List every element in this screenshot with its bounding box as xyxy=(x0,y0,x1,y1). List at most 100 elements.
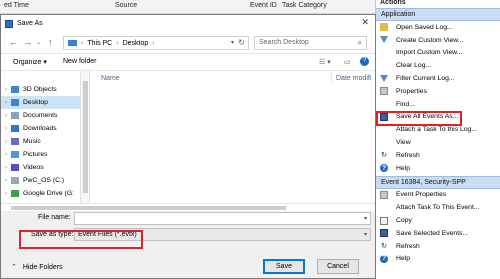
action-item-label: Clear Log... xyxy=(396,62,432,70)
save-as-type-label: Save as type: xyxy=(31,231,74,238)
action-item-label: Attach Task To This Event... xyxy=(396,204,480,212)
tree-item-label: 3D Objects xyxy=(23,86,57,93)
tree-item[interactable]: › PwC_OS (C:) xyxy=(1,174,80,187)
blank-icon xyxy=(380,204,388,212)
action-item[interactable]: Properties xyxy=(376,85,500,98)
expand-arrow-icon[interactable]: › xyxy=(1,165,11,171)
folder-icon xyxy=(11,99,19,106)
close-icon[interactable]: ✕ xyxy=(361,17,369,28)
action-item[interactable]: Save All Events As... xyxy=(376,111,500,124)
action-item[interactable]: ? Help xyxy=(376,162,500,175)
tree-item-label: Music xyxy=(23,138,41,145)
this-pc-icon xyxy=(68,40,77,46)
action-item[interactable]: ↻ Refresh xyxy=(376,149,500,162)
action-item[interactable]: ↻ Refresh xyxy=(376,240,500,253)
action-item[interactable]: Clear Log... xyxy=(376,59,500,72)
horizontal-scrollbar-thumb[interactable] xyxy=(11,206,286,210)
folder-icon xyxy=(11,177,19,184)
action-item[interactable]: Import Custom View... xyxy=(376,47,500,60)
tree-item[interactable]: › Documents xyxy=(1,109,80,122)
address-dropdown-icon[interactable]: ▾ xyxy=(231,39,234,46)
tree-item[interactable]: › 3D Objects xyxy=(1,83,80,96)
save-fields: File name: ▾ Save as type: Event Files (… xyxy=(1,211,375,245)
up-arrow-icon[interactable]: ↑ xyxy=(48,37,53,47)
expand-arrow-icon[interactable]: › xyxy=(1,139,11,145)
tree-item-label: Pictures xyxy=(23,151,48,158)
expand-arrow-icon[interactable]: › xyxy=(1,87,11,93)
action-item[interactable]: View xyxy=(376,136,500,149)
tree-item[interactable]: › Pictures xyxy=(1,148,80,161)
column-task-category[interactable]: Task Category xyxy=(282,2,327,9)
actions-title: Actions xyxy=(380,0,406,6)
column-source[interactable]: Source xyxy=(115,2,137,9)
chevron-down-icon[interactable]: ⌄ xyxy=(36,39,41,46)
action-item[interactable]: Event Properties xyxy=(376,189,500,202)
column-time[interactable]: ed Time xyxy=(4,2,29,9)
chevron-down-icon[interactable]: ▾ xyxy=(364,214,367,225)
tree-item-label: Downloads xyxy=(23,125,57,132)
cancel-button[interactable]: Cancel xyxy=(317,259,359,274)
new-folder-button[interactable]: New folder xyxy=(63,58,96,65)
address-bar[interactable]: › This PC › Desktop › ▾ ↻ xyxy=(63,36,249,50)
action-item[interactable]: Create Custom View... xyxy=(376,34,500,47)
tree-item[interactable]: › Music xyxy=(1,135,80,148)
action-item-label: Save Selected Events... xyxy=(396,229,469,237)
file-name-label: File name: xyxy=(38,214,71,221)
file-name-input[interactable]: ▾ xyxy=(74,212,371,225)
breadcrumb-desktop[interactable]: Desktop xyxy=(123,40,149,47)
filter-icon xyxy=(380,36,388,44)
expand-arrow-icon[interactable]: › xyxy=(1,113,11,119)
expand-arrow-icon[interactable]: › xyxy=(1,100,11,106)
hide-folders-label: Hide Folders xyxy=(22,263,63,271)
action-item[interactable]: Copy xyxy=(376,214,500,227)
column-event-id[interactable]: Event ID xyxy=(250,2,277,9)
action-item-label: Refresh xyxy=(396,151,420,159)
search-icon: ⌕ xyxy=(357,38,362,47)
scrollbar-thumb[interactable] xyxy=(83,81,88,193)
action-item-label: Refresh xyxy=(396,242,420,250)
action-item[interactable]: Find... xyxy=(376,98,500,111)
action-item[interactable]: ? Help xyxy=(376,253,500,266)
tree-item[interactable]: › Google Drive (G: xyxy=(1,187,80,200)
save-button[interactable]: Save xyxy=(263,259,305,274)
organize-button[interactable]: Organize ▾ xyxy=(13,58,47,66)
column-name[interactable]: Name xyxy=(101,75,120,82)
forward-arrow-icon[interactable]: → xyxy=(23,37,32,47)
column-date-modified[interactable]: Date modifi xyxy=(336,75,371,82)
help-icon[interactable]: ? xyxy=(360,57,369,66)
action-item[interactable]: Attach Task To This Event... xyxy=(376,201,500,214)
section-application[interactable]: Application xyxy=(376,8,500,21)
tree-item[interactable]: › Desktop xyxy=(1,96,80,109)
tree-scrollbar[interactable] xyxy=(81,71,90,203)
refresh-icon[interactable]: ↻ xyxy=(238,38,245,47)
action-item[interactable]: Filter Current Log... xyxy=(376,72,500,85)
back-arrow-icon[interactable]: ← xyxy=(9,37,18,47)
action-item[interactable]: Save Selected Events... xyxy=(376,227,500,240)
preview-pane-icon[interactable]: ▭ xyxy=(344,58,351,66)
action-item-label: View xyxy=(396,139,411,147)
expand-arrow-icon[interactable]: › xyxy=(1,178,11,184)
tree-item-label: Documents xyxy=(23,112,58,119)
chevron-down-icon[interactable]: ▾ xyxy=(364,230,367,241)
expand-arrow-icon[interactable]: › xyxy=(1,152,11,158)
search-input[interactable]: Search Desktop ⌕ xyxy=(254,36,367,50)
dialog-title: Save As xyxy=(17,20,43,27)
tree-item[interactable]: › Downloads xyxy=(1,122,80,135)
action-item[interactable]: Open Saved Log... xyxy=(376,21,500,34)
action-item-label: Help xyxy=(396,164,410,172)
action-item[interactable]: Attach a Task To this Log... xyxy=(376,123,500,136)
floppy-icon xyxy=(380,112,388,121)
blank-icon xyxy=(380,139,388,147)
section-event[interactable]: Event 16384, Security-SPP xyxy=(376,175,500,189)
expand-arrow-icon[interactable]: › xyxy=(1,126,11,132)
horizontal-scrollbar[interactable] xyxy=(1,203,375,211)
hide-folders-toggle[interactable]: ⌃ Hide Folders xyxy=(11,263,63,272)
expand-arrow-icon[interactable]: › xyxy=(1,191,11,197)
view-options-icon[interactable]: ☷ ▾ xyxy=(319,58,331,66)
save-as-type-select[interactable]: Event Files (*.evtx) ▾ xyxy=(74,228,371,241)
tree-item-label: Videos xyxy=(23,164,44,171)
breadcrumb-this-pc[interactable]: This PC xyxy=(87,40,112,47)
action-item-label: Import Custom View... xyxy=(396,49,463,57)
tree-item-label: PwC_OS (C:) xyxy=(23,177,65,184)
tree-item[interactable]: › Videos xyxy=(1,161,80,174)
